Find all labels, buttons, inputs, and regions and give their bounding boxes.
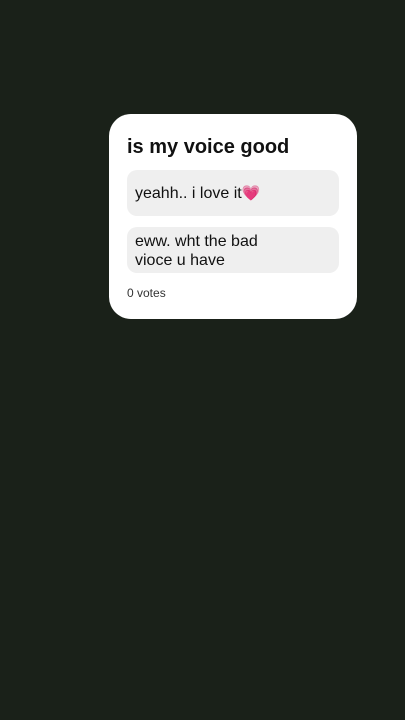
poll-card: is my voice good yeahh.. i love it💗 eww.… — [109, 114, 357, 319]
poll-option-text: yeahh.. i love it — [135, 184, 242, 202]
poll-option-label: yeahh.. i love it💗 — [135, 184, 260, 203]
poll-option-label: eww. wht the bad vioce u have — [135, 232, 258, 269]
poll-option-bad[interactable]: eww. wht the bad vioce u have — [127, 227, 339, 273]
vote-count: 0 votes — [127, 286, 166, 300]
poll-question: is my voice good — [127, 136, 290, 158]
heart-emoji-icon: 💗 — [241, 184, 261, 202]
poll-option-love[interactable]: yeahh.. i love it💗 — [127, 170, 339, 216]
